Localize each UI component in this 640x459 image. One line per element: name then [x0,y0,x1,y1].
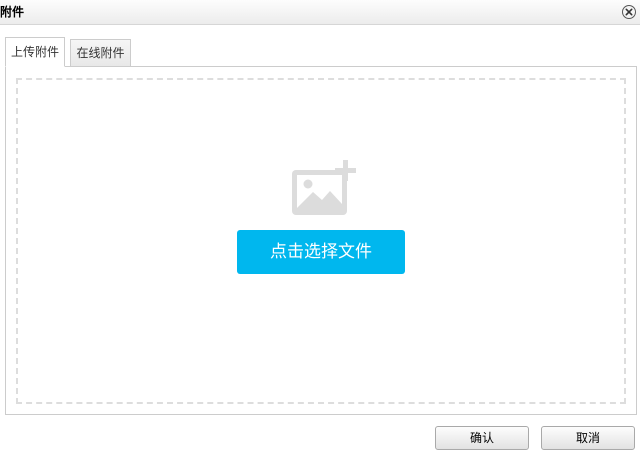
dialog-title: 附件 [0,5,25,19]
cancel-button[interactable]: 取消 [541,426,635,450]
pick-file-button[interactable]: 点击选择文件 [237,230,405,274]
dialog-titlebar[interactable]: 附件 [0,0,640,25]
confirm-button[interactable]: 确认 [435,426,529,450]
close-icon[interactable] [621,4,637,20]
tab-online-attachment[interactable]: 在线附件 [70,39,131,67]
attachment-dialog: 附件 上传附件 在线附件 点击选择文件 确认 取消 [0,0,640,459]
image-add-icon [289,158,357,218]
tab-upload-attachment[interactable]: 上传附件 [5,37,65,67]
